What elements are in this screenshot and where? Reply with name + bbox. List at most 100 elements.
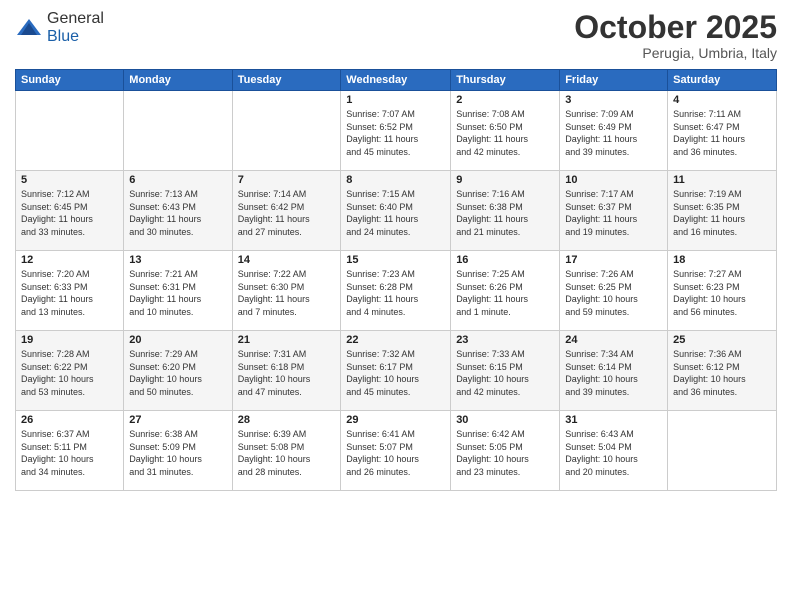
day-info-2-6: Sunrise: 7:27 AM Sunset: 6:23 PM Dayligh… [673,268,771,318]
day-number-1-3: 8 [346,174,445,186]
day-cell-0-4: 2 Sunrise: 7:08 AM Sunset: 6:50 PM Daylig… [451,91,560,171]
day-number-3-0: 19 [21,334,118,346]
day-number-2-0: 12 [21,254,118,266]
day-number-4-5: 31 [565,414,662,426]
day-number-1-6: 11 [673,174,771,186]
day-cell-4-5: 31 Sunrise: 6:43 AM Sunset: 5:04 PM Dayli… [560,411,668,491]
header-sunday: Sunday [16,70,124,91]
day-cell-0-5: 3Sunrise: 7:09 AM Sunset: 6:49 PM Daylig… [560,91,668,171]
logo-blue-text: Blue [47,28,79,45]
day-info-3-0: Sunrise: 7:28 AM Sunset: 6:22 PM Dayligh… [21,348,118,398]
calendar-table: Sunday Monday Tuesday Wednesday Thursday… [15,69,777,491]
day-info-3-4: Sunrise: 7:33 AM Sunset: 6:15 PM Dayligh… [456,348,554,398]
day-number-2-2: 14 [238,254,336,266]
day-info-2-5: Sunrise: 7:26 AM Sunset: 6:25 PM Dayligh… [565,268,662,318]
day-info-1-4: Sunrise: 7:16 AM Sunset: 6:38 PM Dayligh… [456,188,554,238]
day-cell-0-1 [124,91,232,171]
month-title: October 2025 [574,10,777,45]
calendar-container: General Blue October 2025 Perugia, Umbri… [0,0,792,612]
day-number-3-6: 25 [673,334,771,346]
weekday-header-row: Sunday Monday Tuesday Wednesday Thursday… [16,70,777,91]
day-cell-0-2 [232,91,341,171]
day-info-3-3: Sunrise: 7:32 AM Sunset: 6:17 PM Dayligh… [346,348,445,398]
day-cell-0-6: 4Sunrise: 7:11 AM Sunset: 6:47 PM Daylig… [668,91,777,171]
day-number-1-4: 9 [456,174,554,186]
day-number-2-4: 16 [456,254,554,266]
day-cell-1-6: 11 Sunrise: 7:19 AM Sunset: 6:35 PM Dayli… [668,171,777,251]
day-cell-4-1: 27 Sunrise: 6:38 AM Sunset: 5:09 PM Dayli… [124,411,232,491]
day-info-0-5: Sunrise: 7:09 AM Sunset: 6:49 PM Dayligh… [565,108,662,158]
day-info-4-1: Sunrise: 6:38 AM Sunset: 5:09 PM Dayligh… [129,428,226,478]
day-cell-0-0 [16,91,124,171]
logo-icon [15,17,43,39]
day-number-2-5: 17 [565,254,662,266]
day-info-1-1: Sunrise: 7:13 AM Sunset: 6:43 PM Dayligh… [129,188,226,238]
day-cell-2-6: 18 Sunrise: 7:27 AM Sunset: 6:23 PM Dayli… [668,251,777,331]
day-info-3-5: Sunrise: 7:34 AM Sunset: 6:14 PM Dayligh… [565,348,662,398]
day-cell-2-4: 16 Sunrise: 7:25 AM Sunset: 6:26 PM Dayli… [451,251,560,331]
week-row-0: 1 Sunrise: 7:07 AM Sunset: 6:52 PM Daylig… [16,91,777,171]
day-number-4-3: 29 [346,414,445,426]
day-number-2-3: 15 [346,254,445,266]
day-cell-4-2: 28Sunrise: 6:39 AM Sunset: 5:08 PM Dayli… [232,411,341,491]
day-cell-2-0: 12 Sunrise: 7:20 AM Sunset: 6:33 PM Dayli… [16,251,124,331]
week-row-3: 19 Sunrise: 7:28 AM Sunset: 6:22 PM Dayli… [16,331,777,411]
week-row-2: 12 Sunrise: 7:20 AM Sunset: 6:33 PM Dayli… [16,251,777,331]
week-row-1: 5 Sunrise: 7:12 AM Sunset: 6:45 PM Daylig… [16,171,777,251]
day-number-3-4: 23 [456,334,554,346]
day-cell-3-1: 20Sunrise: 7:29 AM Sunset: 6:20 PM Dayli… [124,331,232,411]
day-number-3-3: 22 [346,334,445,346]
header-friday: Friday [560,70,668,91]
day-cell-2-1: 13 Sunrise: 7:21 AM Sunset: 6:31 PM Dayli… [124,251,232,331]
day-cell-3-5: 24Sunrise: 7:34 AM Sunset: 6:14 PM Dayli… [560,331,668,411]
day-info-3-2: Sunrise: 7:31 AM Sunset: 6:18 PM Dayligh… [238,348,336,398]
day-cell-4-4: 30Sunrise: 6:42 AM Sunset: 5:05 PM Dayli… [451,411,560,491]
day-info-4-5: Sunrise: 6:43 AM Sunset: 5:04 PM Dayligh… [565,428,662,478]
week-row-4: 26 Sunrise: 6:37 AM Sunset: 5:11 PM Dayli… [16,411,777,491]
day-number-1-1: 6 [129,174,226,186]
day-info-2-2: Sunrise: 7:22 AM Sunset: 6:30 PM Dayligh… [238,268,336,318]
header-saturday: Saturday [668,70,777,91]
day-info-1-5: Sunrise: 7:17 AM Sunset: 6:37 PM Dayligh… [565,188,662,238]
day-cell-4-6 [668,411,777,491]
day-info-2-1: Sunrise: 7:21 AM Sunset: 6:31 PM Dayligh… [129,268,226,318]
day-cell-3-6: 25Sunrise: 7:36 AM Sunset: 6:12 PM Dayli… [668,331,777,411]
logo-general-text: General [47,10,104,27]
day-cell-4-3: 29 Sunrise: 6:41 AM Sunset: 5:07 PM Dayli… [341,411,451,491]
day-number-2-1: 13 [129,254,226,266]
header-thursday: Thursday [451,70,560,91]
day-cell-3-2: 21Sunrise: 7:31 AM Sunset: 6:18 PM Dayli… [232,331,341,411]
day-info-2-4: Sunrise: 7:25 AM Sunset: 6:26 PM Dayligh… [456,268,554,318]
day-number-0-4: 2 [456,94,554,106]
day-number-1-5: 10 [565,174,662,186]
header: General Blue October 2025 Perugia, Umbri… [15,10,777,61]
day-info-1-6: Sunrise: 7:19 AM Sunset: 6:35 PM Dayligh… [673,188,771,238]
day-cell-1-2: 7Sunrise: 7:14 AM Sunset: 6:42 PM Daylig… [232,171,341,251]
day-number-4-0: 26 [21,414,118,426]
day-number-4-1: 27 [129,414,226,426]
day-info-0-6: Sunrise: 7:11 AM Sunset: 6:47 PM Dayligh… [673,108,771,158]
day-number-1-0: 5 [21,174,118,186]
day-cell-1-5: 10 Sunrise: 7:17 AM Sunset: 6:37 PM Dayli… [560,171,668,251]
day-cell-1-1: 6 Sunrise: 7:13 AM Sunset: 6:43 PM Daylig… [124,171,232,251]
header-monday: Monday [124,70,232,91]
day-cell-3-3: 22 Sunrise: 7:32 AM Sunset: 6:17 PM Dayli… [341,331,451,411]
day-number-2-6: 18 [673,254,771,266]
day-cell-2-2: 14 Sunrise: 7:22 AM Sunset: 6:30 PM Dayli… [232,251,341,331]
logo: General Blue [15,10,104,46]
day-info-4-0: Sunrise: 6:37 AM Sunset: 5:11 PM Dayligh… [21,428,118,478]
day-info-2-0: Sunrise: 7:20 AM Sunset: 6:33 PM Dayligh… [21,268,118,318]
day-info-4-3: Sunrise: 6:41 AM Sunset: 5:07 PM Dayligh… [346,428,445,478]
day-info-0-4: Sunrise: 7:08 AM Sunset: 6:50 PM Dayligh… [456,108,554,158]
day-info-1-0: Sunrise: 7:12 AM Sunset: 6:45 PM Dayligh… [21,188,118,238]
header-tuesday: Tuesday [232,70,341,91]
day-number-0-3: 1 [346,94,445,106]
day-info-4-2: Sunrise: 6:39 AM Sunset: 5:08 PM Dayligh… [238,428,336,478]
day-cell-1-0: 5 Sunrise: 7:12 AM Sunset: 6:45 PM Daylig… [16,171,124,251]
day-cell-2-3: 15Sunrise: 7:23 AM Sunset: 6:28 PM Dayli… [341,251,451,331]
day-info-1-2: Sunrise: 7:14 AM Sunset: 6:42 PM Dayligh… [238,188,336,238]
day-cell-3-0: 19 Sunrise: 7:28 AM Sunset: 6:22 PM Dayli… [16,331,124,411]
location-subtitle: Perugia, Umbria, Italy [574,45,777,61]
day-number-4-4: 30 [456,414,554,426]
day-info-0-3: Sunrise: 7:07 AM Sunset: 6:52 PM Dayligh… [346,108,445,158]
